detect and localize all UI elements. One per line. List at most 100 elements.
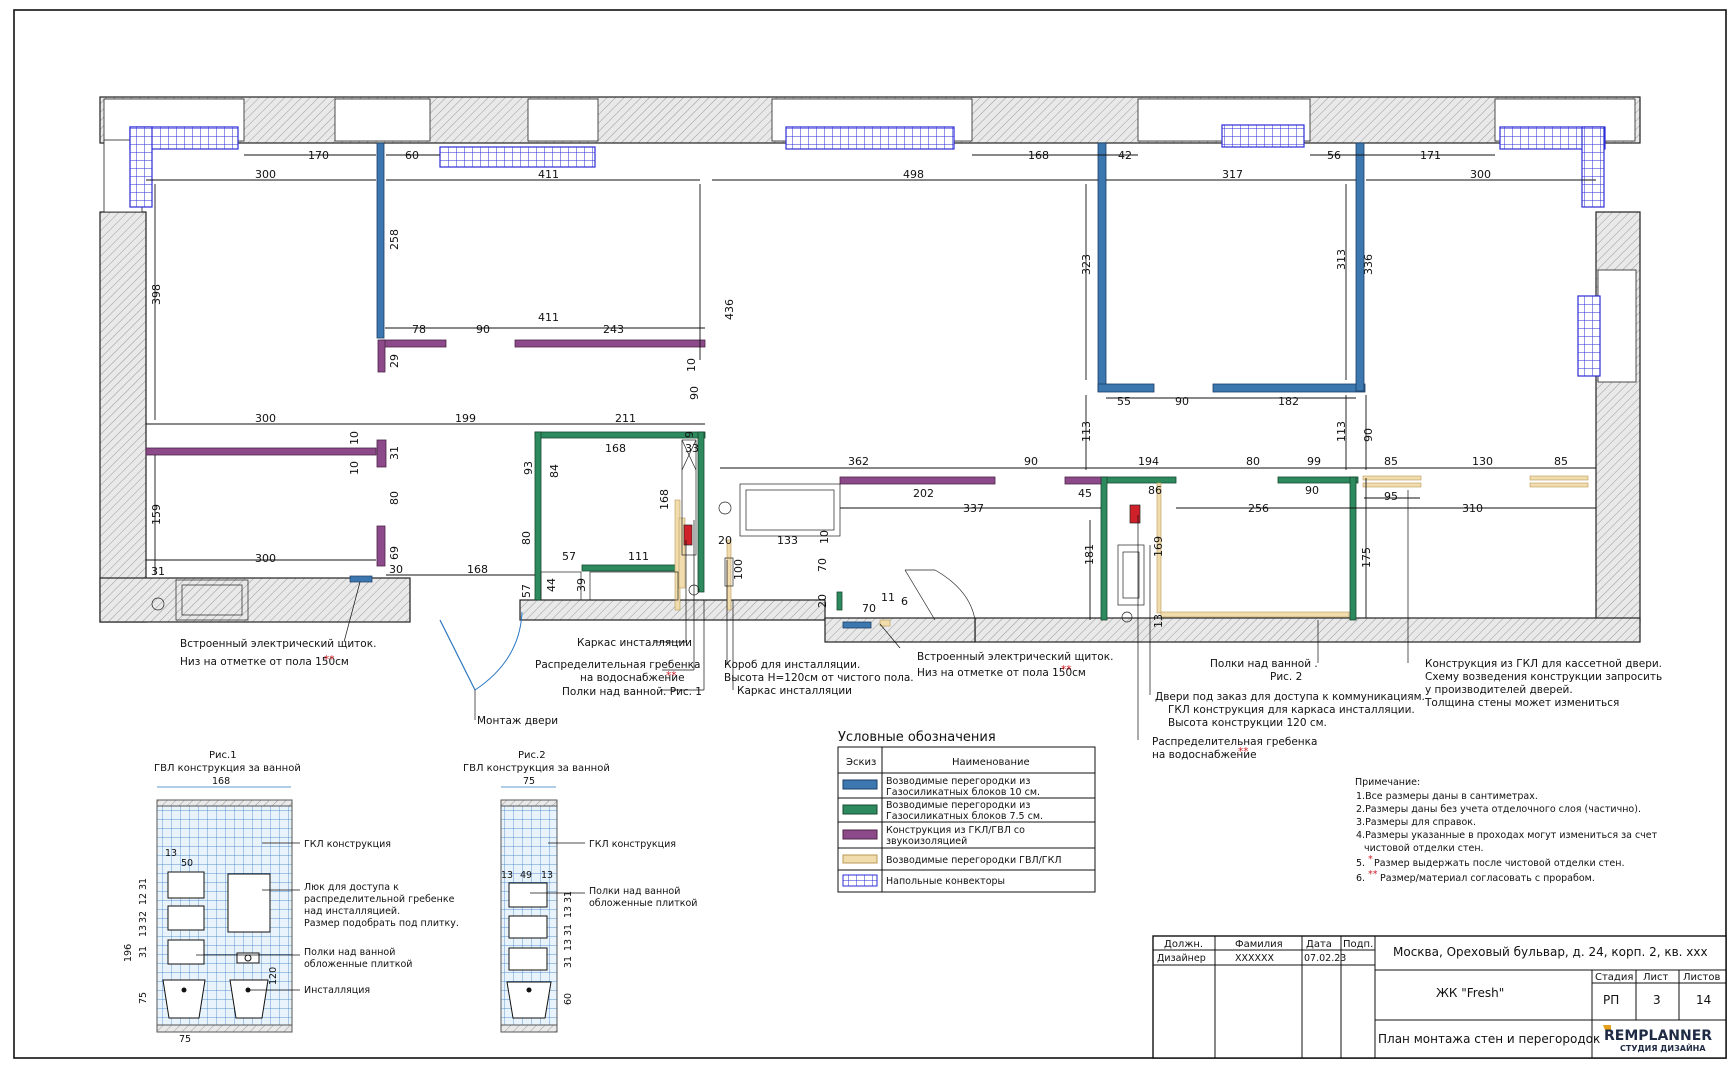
wall-bottom-mid	[519, 599, 826, 621]
fig1-h196: 196	[123, 944, 134, 962]
callout-stars: **	[324, 654, 335, 666]
fig2-label-shelves-2: обложенные плиткой	[589, 898, 697, 909]
callout-shelves-fig1: Полки над ванной. Рис. 1	[562, 686, 702, 698]
dim-text: 45	[1078, 487, 1092, 500]
fig1-label-hatch-2: распределительной гребенке	[304, 894, 455, 905]
callout-stars: **	[1061, 664, 1072, 676]
dim-text: 168	[1028, 149, 1049, 162]
tb-surname: XXXXXX	[1235, 953, 1275, 964]
tb-h-sheets: Листов	[1683, 972, 1720, 983]
wall-bottom-right	[974, 617, 1641, 643]
legend-swatch-blue	[842, 779, 878, 790]
dimension-lines	[146, 154, 1596, 620]
legend-row3-2: звукоизоляцией	[886, 836, 967, 847]
fig1-s120: 120	[268, 967, 279, 985]
tb-address: Москва, Ореховый бульвар, д. 24, корп. 2…	[1393, 945, 1708, 959]
callout-cassette-2: Схему возведения конструкции запросить	[1425, 671, 1662, 683]
fig1-subtitle: ГВЛ конструкция за ванной	[154, 763, 301, 774]
note-4-2: чистовой отделки стен.	[1364, 843, 1484, 854]
dim-text: 199	[455, 412, 476, 425]
fig1-s32: 32	[138, 911, 149, 923]
dim-text: 10	[685, 358, 698, 372]
dim-text: 10	[348, 431, 361, 445]
dim-text: 362	[848, 455, 869, 468]
dim-text: 93	[522, 461, 535, 475]
dim-text: 100	[732, 559, 745, 580]
dim-text: 57	[520, 584, 533, 598]
legend-col-sketch: Эскиз	[846, 757, 876, 768]
dim-text: 90	[1024, 455, 1038, 468]
fig1-label-install: Инсталляция	[304, 985, 370, 996]
dim-text: 30	[389, 563, 403, 576]
convectors	[129, 124, 1606, 377]
dim-text: 84	[548, 464, 561, 478]
dim-text: 258	[388, 229, 401, 250]
wall-bottom-left	[99, 577, 411, 623]
note-3: 3.Размеры для справок.	[1356, 817, 1476, 828]
fig1-d50: 50	[181, 858, 193, 869]
tb-h-surname: Фамилия	[1235, 939, 1283, 950]
dim-text: 60	[405, 149, 419, 162]
tb-project: ЖК "Fresh"	[1436, 986, 1504, 1000]
fig2-s13b: 13	[563, 939, 574, 951]
legend-row4: Возводимые перегородки ГВЛ/ГКЛ	[886, 855, 1061, 866]
fig1-d13: 13	[165, 848, 177, 859]
dim-text: 313	[1335, 249, 1348, 270]
legend-row3: Конструкция из ГКЛ/ГВЛ со	[886, 825, 1025, 836]
tb-h-stage: Стадия	[1595, 972, 1633, 983]
dim-text: 86	[1148, 484, 1162, 497]
dim-text: 133	[777, 534, 798, 547]
fig2-label-gkl: ГКЛ конструкция	[589, 839, 676, 850]
tb-drawing-title: План монтажа стен и перегородок	[1378, 1032, 1600, 1046]
tb-stage: РП	[1603, 993, 1619, 1007]
dim-text: 90	[1175, 395, 1189, 408]
dim-text: 113	[1080, 421, 1093, 442]
tb-h-date: Дата	[1306, 939, 1332, 950]
callout-frame-install: Каркас инсталляции	[577, 637, 692, 649]
dim-text: 411	[538, 311, 559, 324]
note-5: Размер выдержать после чистовой отделки …	[1374, 858, 1624, 869]
dim-text: 80	[520, 531, 533, 545]
fig1-w75: 75	[179, 1034, 191, 1045]
callout-cassette-4: Толщина стены может измениться	[1424, 697, 1619, 709]
dim-text: 159	[150, 504, 163, 525]
callout-access-door-3: Высота конструкции 120 см.	[1168, 717, 1327, 729]
callout-panel-mid: Встроенный электрический щиток.	[917, 651, 1113, 663]
dim-text: 300	[255, 412, 276, 425]
dim-text: 175	[1360, 547, 1373, 568]
dim-text: 6	[901, 595, 908, 608]
dim-text: 11	[881, 591, 895, 604]
note-4: 4.Размеры указанные в проходах могут изм…	[1356, 830, 1658, 841]
dim-text: 70	[862, 602, 876, 615]
fig2-s31c: 31	[563, 956, 574, 968]
dim-text: 336	[1362, 254, 1375, 275]
dim-text: 411	[538, 168, 559, 181]
dim-text: 44	[545, 578, 558, 592]
fig1-label-gkl: ГКЛ конструкция	[304, 839, 391, 850]
fig1-h75: 75	[138, 992, 149, 1004]
fig2-d49: 49	[520, 870, 532, 881]
legend-col-name: Наименование	[952, 757, 1030, 768]
legend-swatch-convector	[842, 874, 878, 887]
dim-text: 194	[1138, 455, 1159, 468]
tb-position: Дизайнер	[1157, 953, 1206, 964]
dim-text: 170	[308, 149, 329, 162]
dim-text: 90	[476, 323, 490, 336]
dim-text: 300	[255, 168, 276, 181]
legend-row2: Возводимые перегородки из	[886, 800, 1030, 811]
fig2-label-shelves: Полки над ванной	[589, 886, 680, 897]
dim-text: 57	[562, 550, 576, 563]
fig2-d13b: 13	[541, 870, 553, 881]
dim-text: 211	[615, 412, 636, 425]
dim-text: 337	[963, 502, 984, 515]
note-6-star: **	[1368, 869, 1378, 880]
callout-shelves-fig2: Полки над ванной .	[1210, 658, 1318, 670]
dim-text: 85	[1554, 455, 1568, 468]
dim-text: 498	[903, 168, 924, 181]
fig2-s13: 13	[563, 906, 574, 918]
fig1-width: 168	[212, 776, 230, 787]
dim-text: 85	[1384, 455, 1398, 468]
partitions-gas-silicate-10	[376, 142, 1366, 629]
floor-plan-sheet: 170 60 168 42 56 171 300 411 498 317 300…	[13, 9, 1727, 1059]
dim-text: 42	[1118, 149, 1132, 162]
